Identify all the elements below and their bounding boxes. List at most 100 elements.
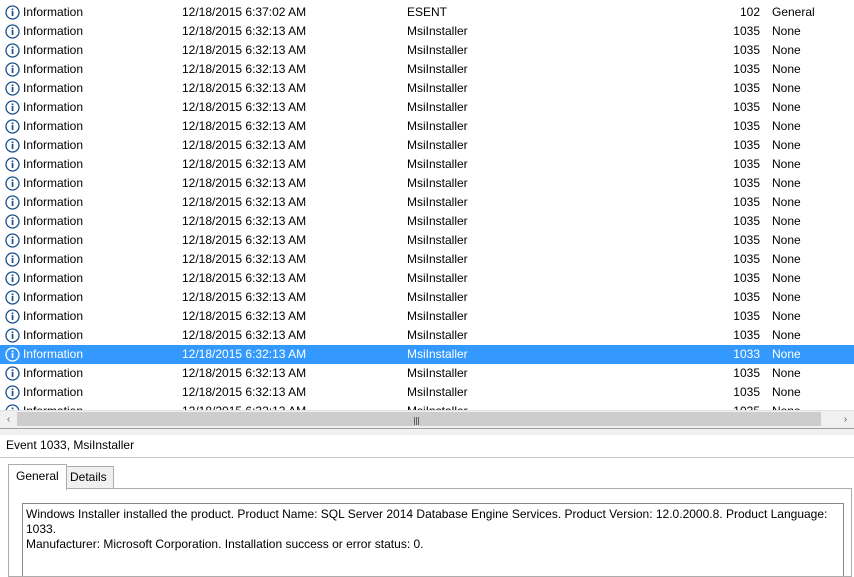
information-icon (5, 62, 20, 77)
event-row[interactable]: Information12/18/2015 6:32:13 AMMsiInsta… (0, 383, 854, 402)
event-date: 12/18/2015 6:32:13 AM (182, 290, 307, 304)
event-date: 12/18/2015 6:32:13 AM (182, 100, 307, 114)
event-id: 102 (739, 5, 760, 19)
event-level: Information (23, 62, 84, 76)
event-date: 12/18/2015 6:32:13 AM (182, 43, 307, 57)
event-id: 1035 (733, 214, 760, 228)
event-source: MsiInstaller (407, 119, 468, 133)
event-row[interactable]: Information12/18/2015 6:32:13 AMMsiInsta… (0, 307, 854, 326)
event-date: 12/18/2015 6:32:13 AM (182, 214, 307, 228)
event-date: 12/18/2015 6:32:13 AM (182, 62, 307, 76)
event-id: 1035 (733, 119, 760, 133)
tab-details[interactable]: Details (63, 466, 114, 489)
event-task-category: None (772, 271, 801, 285)
event-id: 1035 (733, 195, 760, 209)
event-row[interactable]: Information12/18/2015 6:32:13 AMMsiInsta… (0, 345, 854, 364)
tab-general[interactable]: General (8, 464, 67, 490)
event-row[interactable]: Information12/18/2015 6:32:13 AMMsiInsta… (0, 155, 854, 174)
event-task-category: None (772, 347, 801, 361)
information-icon (5, 366, 20, 381)
event-level: Information (23, 328, 84, 342)
event-row[interactable]: Information12/18/2015 6:32:13 AMMsiInsta… (0, 250, 854, 269)
event-row[interactable]: Information12/18/2015 6:32:13 AMMsiInsta… (0, 136, 854, 155)
horizontal-scrollbar[interactable]: ‹ › (0, 410, 854, 428)
information-icon (5, 100, 20, 115)
event-source: MsiInstaller (407, 233, 468, 247)
event-row[interactable]: Information 12/18/2015 6:37:02 AM ESENT 102… (0, 3, 854, 22)
event-id: 1035 (733, 252, 760, 266)
event-level: Information (23, 233, 84, 247)
event-date: 12/18/2015 6:32:13 AM (182, 138, 307, 152)
event-level: Information (23, 271, 84, 285)
event-source: MsiInstaller (407, 309, 468, 323)
event-task-category: None (772, 233, 801, 247)
event-row[interactable]: Information12/18/2015 6:32:13 AMMsiInsta… (0, 402, 854, 410)
event-row[interactable]: Information12/18/2015 6:32:13 AMMsiInsta… (0, 79, 854, 98)
event-task-category: None (772, 176, 801, 190)
event-level: Information (23, 81, 84, 95)
event-row[interactable]: Information12/18/2015 6:32:13 AMMsiInsta… (0, 193, 854, 212)
event-id: 1035 (733, 309, 760, 323)
event-id: 1035 (733, 43, 760, 57)
scroll-thumb[interactable] (17, 412, 821, 426)
information-icon (5, 271, 20, 286)
event-task-category: None (772, 214, 801, 228)
information-icon (5, 195, 20, 210)
information-icon (5, 347, 20, 362)
event-id: 1035 (733, 176, 760, 190)
event-id: 1035 (733, 233, 760, 247)
event-source: MsiInstaller (407, 138, 468, 152)
event-id: 1035 (733, 138, 760, 152)
event-source: MsiInstaller (407, 366, 468, 380)
event-id: 1035 (733, 81, 760, 95)
event-row[interactable]: Information12/18/2015 6:32:13 AMMsiInsta… (0, 98, 854, 117)
event-date: 12/18/2015 6:32:13 AM (182, 81, 307, 95)
event-id: 1035 (733, 62, 760, 76)
event-row[interactable]: Information12/18/2015 6:32:13 AMMsiInsta… (0, 364, 854, 383)
event-task-category: None (772, 62, 801, 76)
event-row[interactable]: Information12/18/2015 6:32:13 AMMsiInsta… (0, 288, 854, 307)
event-row[interactable]: Information12/18/2015 6:32:13 AMMsiInsta… (0, 326, 854, 345)
event-row[interactable]: Information12/18/2015 6:32:13 AMMsiInsta… (0, 212, 854, 231)
event-task-category: None (772, 43, 801, 57)
event-row[interactable]: Information12/18/2015 6:32:13 AMMsiInsta… (0, 41, 854, 60)
event-source: MsiInstaller (407, 328, 468, 342)
event-task-category: None (772, 328, 801, 342)
event-task-category: None (772, 290, 801, 304)
event-task-category: None (772, 138, 801, 152)
scroll-right-arrow[interactable]: › (837, 411, 854, 428)
event-level: Information (23, 43, 84, 57)
event-row[interactable]: Information 12/18/2015 6:32:13 AM MsiInsta… (0, 117, 854, 136)
event-task-category: None (772, 195, 801, 209)
scroll-left-arrow[interactable]: ‹ (0, 411, 17, 428)
information-icon (5, 81, 20, 96)
event-description-box[interactable]: Windows Installer installed the product.… (22, 503, 844, 576)
event-date: 12/18/2015 6:32:13 AM (182, 385, 307, 399)
event-row[interactable]: Information12/18/2015 6:32:13 AMMsiInsta… (0, 60, 854, 79)
information-icon (5, 252, 20, 267)
event-level: Information (23, 366, 84, 380)
event-row[interactable]: Information12/18/2015 6:32:13 AMMsiInsta… (0, 231, 854, 250)
event-level: Information (23, 5, 84, 19)
event-source: MsiInstaller (407, 157, 468, 171)
event-id: 1035 (733, 328, 760, 342)
event-level: Information (23, 119, 84, 133)
information-icon (5, 233, 20, 248)
event-detail-title: Event 1033, MsiInstaller (6, 438, 135, 452)
pane-splitter[interactable] (0, 428, 854, 435)
event-date: 12/18/2015 6:32:13 AM (182, 119, 307, 133)
event-row[interactable]: Information12/18/2015 6:32:13 AMMsiInsta… (0, 174, 854, 193)
event-level: Information (23, 290, 84, 304)
event-row[interactable]: Information12/18/2015 6:32:13 AMMsiInsta… (0, 269, 854, 288)
information-icon (5, 43, 20, 58)
event-source: MsiInstaller (407, 385, 468, 399)
event-task-category: None (772, 81, 801, 95)
event-task-category: None (772, 252, 801, 266)
information-icon (5, 328, 20, 343)
event-date: 12/18/2015 6:32:13 AM (182, 24, 307, 38)
event-level: Information (23, 195, 84, 209)
event-list: Information 12/18/2015 6:37:02 AM ESENT 102… (0, 0, 854, 410)
event-date: 12/18/2015 6:32:13 AM (182, 157, 307, 171)
event-task-category: None (772, 157, 801, 171)
event-row[interactable]: Information12/18/2015 6:32:13 AMMsiInsta… (0, 22, 854, 41)
